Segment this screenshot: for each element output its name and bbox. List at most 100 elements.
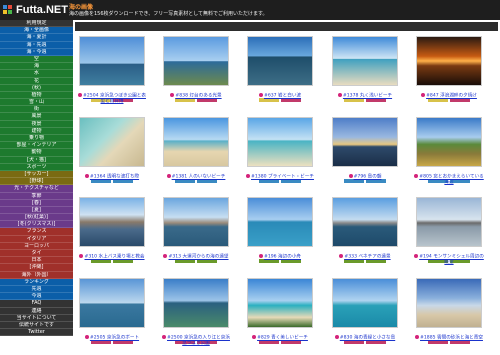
photo-thumbnail[interactable] bbox=[416, 36, 482, 86]
sidebar-item[interactable]: 日本 bbox=[0, 257, 73, 265]
photo-thumbnail[interactable] bbox=[79, 36, 145, 86]
photo-card[interactable]: #1378 丸く浅いビーチ bbox=[330, 36, 400, 102]
sidebar-item[interactable]: ヨーロッパ bbox=[0, 242, 73, 250]
sidebar-item[interactable]: 季節 bbox=[0, 192, 73, 200]
sidebar-item[interactable]: Twitter bbox=[0, 329, 73, 337]
photo-caption-link[interactable]: #1364 透明な波打ち際 bbox=[77, 174, 147, 180]
photo-card[interactable]: #1885 雲間の砂浜と海と青空 bbox=[414, 278, 484, 344]
sidebar-item[interactable]: タイ bbox=[0, 250, 73, 258]
photo-thumbnail[interactable] bbox=[163, 36, 229, 86]
photo-caption-link[interactable]: #310 水上バス乗り場と教会 bbox=[77, 254, 147, 260]
sidebar-item[interactable]: [冬(クリスマス)] bbox=[0, 221, 73, 229]
photo-thumbnail[interactable] bbox=[332, 36, 398, 86]
sidebar-item[interactable]: 風景 bbox=[0, 113, 73, 121]
photo-thumbnail[interactable] bbox=[332, 278, 398, 328]
photo-caption-link[interactable]: #2504 京浜急つぼき公園と表型と雨日傳 bbox=[77, 93, 147, 105]
photo-card[interactable]: #829 青く美しいビーチ bbox=[245, 278, 315, 344]
photo-thumbnail[interactable] bbox=[163, 197, 229, 247]
sidebar-item[interactable]: 海・今週 bbox=[0, 48, 73, 56]
sidebar-item[interactable]: 雪・山 bbox=[0, 99, 73, 107]
sidebar-item[interactable]: 当サイトについて bbox=[0, 314, 73, 322]
sidebar-item[interactable]: 動物 bbox=[0, 149, 73, 157]
photo-card[interactable]: #2505 京浜急のボート bbox=[77, 278, 147, 344]
sidebar-item[interactable]: [秋(紅葉)] bbox=[0, 214, 73, 222]
photo-caption-link[interactable]: #194 モンサンミシェル周辺の眺望 bbox=[414, 254, 484, 266]
sidebar-item[interactable]: (秋) bbox=[0, 84, 73, 92]
sidebar-item[interactable]: ランキング bbox=[0, 278, 73, 286]
photo-caption-link[interactable]: #313 大運河からの海の遠望 bbox=[161, 254, 231, 260]
sidebar-item[interactable]: 植物 bbox=[0, 91, 73, 100]
photo-caption-link[interactable]: #847 浮浪湖畔の夕焼け bbox=[414, 93, 484, 99]
sidebar-item[interactable]: 海・先週 bbox=[0, 41, 73, 49]
photo-card[interactable]: #310 水上バス乗り場と教会 bbox=[77, 197, 147, 263]
photo-caption-link[interactable]: #838 灯台のある光景 bbox=[161, 93, 231, 99]
photo-thumbnail[interactable] bbox=[332, 197, 398, 247]
sidebar-item[interactable]: 海・全画像 bbox=[0, 27, 73, 35]
sidebar-item[interactable]: 連絡 bbox=[0, 307, 73, 315]
photo-card[interactable]: #838 灯台のある光景 bbox=[161, 36, 231, 102]
photo-thumbnail[interactable] bbox=[247, 36, 313, 86]
photo-card[interactable]: #805 窓とおかまえらいている海辺 bbox=[414, 117, 484, 186]
sidebar-item[interactable]: [春] bbox=[0, 199, 73, 207]
sidebar-item[interactable]: イタリア bbox=[0, 235, 73, 243]
photo-card[interactable]: #333 ベネチアの遠景 bbox=[330, 197, 400, 263]
sidebar-item[interactable]: 部屋・インテリア bbox=[0, 142, 73, 150]
photo-caption-link[interactable]: #829 青く美しいビーチ bbox=[245, 335, 315, 341]
photo-thumbnail[interactable] bbox=[416, 117, 482, 167]
sidebar-item[interactable]: 夜景 bbox=[0, 120, 73, 128]
site-logo[interactable]: Futta.NET bbox=[3, 2, 68, 18]
photo-thumbnail[interactable] bbox=[332, 117, 398, 167]
sidebar-item[interactable]: 空 bbox=[0, 55, 73, 64]
photo-thumbnail[interactable] bbox=[416, 278, 482, 328]
sidebar-item[interactable]: 街 bbox=[0, 106, 73, 114]
photo-card[interactable]: #830 海の青緑と小さな島 bbox=[330, 278, 400, 344]
sidebar-item[interactable]: [沖縄] bbox=[0, 264, 73, 272]
photo-card[interactable]: #2500 京浜急の入り江と京浜急つぼき公園 bbox=[161, 278, 231, 347]
photo-card[interactable]: #637 岩と白い波 bbox=[245, 36, 315, 102]
photo-caption-link[interactable]: #637 岩と白い波 bbox=[245, 93, 315, 99]
sidebar-item[interactable]: スポーツ bbox=[0, 163, 73, 171]
sidebar-item[interactable]: 光・テクスチャなど bbox=[0, 185, 73, 193]
photo-card[interactable]: #847 浮浪湖畔の夕焼け bbox=[414, 36, 484, 102]
photo-caption-link[interactable]: #1381 人のいないビーチ bbox=[161, 174, 231, 180]
photo-thumbnail[interactable] bbox=[163, 117, 229, 167]
sidebar-item[interactable]: 伝統サイトです bbox=[0, 321, 73, 330]
photo-card[interactable]: #2504 京浜急つぼき公園と表型と雨日傳 bbox=[77, 36, 147, 105]
sidebar-item[interactable]: 海・夏計 bbox=[0, 34, 73, 42]
photo-caption-link[interactable]: #830 海の青緑と小さな島 bbox=[330, 335, 400, 341]
photo-card[interactable]: #1381 人のいないビーチ bbox=[161, 117, 231, 183]
photo-thumbnail[interactable] bbox=[79, 197, 145, 247]
photo-caption-link[interactable]: #2500 京浜急の入り江と京浜急つぼき公園 bbox=[161, 335, 231, 347]
photo-caption-link[interactable]: #2505 京浜急のボート bbox=[77, 335, 147, 341]
sidebar-item[interactable]: 乗り物 bbox=[0, 135, 73, 143]
photo-thumbnail[interactable] bbox=[247, 197, 313, 247]
sidebar-item[interactable]: 建物 bbox=[0, 127, 73, 135]
photo-card[interactable]: #194 モンサンミシェル周辺の眺望 bbox=[414, 197, 484, 266]
photo-thumbnail[interactable] bbox=[247, 278, 313, 328]
photo-caption-link[interactable]: #1380 プライベート・ビーチ bbox=[245, 174, 315, 180]
sidebar-item[interactable]: 今週 bbox=[0, 293, 73, 301]
photo-caption-link[interactable]: #1885 雲間の砂浜と海と青空 bbox=[414, 335, 484, 341]
sidebar-item[interactable]: 水 bbox=[0, 70, 73, 78]
photo-thumbnail[interactable] bbox=[416, 197, 482, 247]
sidebar-item[interactable]: 海 bbox=[0, 63, 73, 71]
photo-caption-link[interactable]: #333 ベネチアの遠景 bbox=[330, 254, 400, 260]
photo-caption-link[interactable]: #1378 丸く浅いビーチ bbox=[330, 93, 400, 99]
sidebar-item[interactable]: [夏] bbox=[0, 206, 73, 215]
photo-thumbnail[interactable] bbox=[163, 278, 229, 328]
photo-card[interactable]: #196 海辺の小舟 bbox=[245, 197, 315, 263]
photo-thumbnail[interactable] bbox=[79, 278, 145, 328]
sidebar-item[interactable]: 花 bbox=[0, 77, 73, 85]
photo-thumbnail[interactable] bbox=[247, 117, 313, 167]
sidebar-item[interactable]: 海外（外国） bbox=[0, 271, 73, 279]
sidebar-item[interactable]: [野球] bbox=[0, 178, 73, 186]
photo-caption-link[interactable]: #796 島の朝 bbox=[330, 174, 400, 180]
photo-card[interactable]: #796 島の朝 bbox=[330, 117, 400, 183]
sidebar-item[interactable]: [犬・猫] bbox=[0, 156, 73, 164]
sidebar-item[interactable]: [サッカー] bbox=[0, 170, 73, 179]
sidebar-item[interactable]: 先週 bbox=[0, 285, 73, 294]
photo-card[interactable]: #313 大運河からの海の遠望 bbox=[161, 197, 231, 263]
photo-card[interactable]: #1364 透明な波打ち際 bbox=[77, 117, 147, 183]
photo-caption-link[interactable]: #805 窓とおかまえらいている海辺 bbox=[414, 174, 484, 186]
photo-thumbnail[interactable] bbox=[79, 117, 145, 167]
